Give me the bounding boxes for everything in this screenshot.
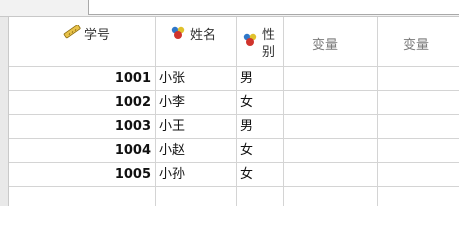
cell-name[interactable]: 小孙 xyxy=(156,163,237,187)
column-header-name[interactable]: 姓名 xyxy=(156,17,237,67)
cell-empty[interactable] xyxy=(284,91,378,115)
data-grid: 学号 姓名 性 别 变量 变量 1001 小张 男 1002 小李 女 1003… xyxy=(0,17,459,206)
cell-name[interactable]: 小王 xyxy=(156,115,237,139)
cell-name[interactable]: 小张 xyxy=(156,67,237,91)
cell-sex[interactable]: 男 xyxy=(237,115,284,139)
column-header-var1[interactable]: 变量 xyxy=(284,17,378,67)
cell-empty[interactable] xyxy=(378,91,459,115)
nominal-measure-icon xyxy=(169,25,189,45)
nominal-measure-icon xyxy=(241,32,261,52)
cell-empty[interactable] xyxy=(284,115,378,139)
cell-name[interactable]: 小赵 xyxy=(156,139,237,163)
table-row: 1003 小王 男 xyxy=(9,115,459,139)
table-row: 1005 小孙 女 xyxy=(9,163,459,187)
cell-empty[interactable] xyxy=(284,139,378,163)
cell-id[interactable]: 1002 xyxy=(9,91,156,115)
table-row: 1004 小赵 女 xyxy=(9,139,459,163)
cell-id[interactable]: 1005 xyxy=(9,163,156,187)
column-label-var2: 变量 xyxy=(403,38,430,53)
column-label-var1: 变量 xyxy=(312,38,339,53)
data-view-window: 学号 姓名 性 别 变量 变量 1001 小张 男 1002 小李 女 1003… xyxy=(0,0,459,206)
table-row: 1001 小张 男 xyxy=(9,67,459,91)
cell-id[interactable]: 1004 xyxy=(9,139,156,163)
cell-empty[interactable] xyxy=(284,67,378,91)
cell-id[interactable]: 1003 xyxy=(9,115,156,139)
table-row: 1002 小李 女 xyxy=(9,91,459,115)
cell-sex[interactable]: 男 xyxy=(237,67,284,91)
column-label-id: 学号 xyxy=(84,28,111,43)
column-header-var2[interactable]: 变量 xyxy=(378,17,459,67)
cell-sex[interactable]: 女 xyxy=(237,163,284,187)
ruler-icon xyxy=(63,24,83,43)
cell-empty[interactable] xyxy=(284,163,378,187)
column-header-sex[interactable]: 性 别 xyxy=(237,17,284,67)
cell-sex[interactable]: 女 xyxy=(237,139,284,163)
column-label-name: 姓名 xyxy=(190,28,217,43)
cell-empty[interactable] xyxy=(378,187,459,206)
cell-id[interactable]: 1001 xyxy=(9,67,156,91)
cell-empty[interactable] xyxy=(284,187,378,206)
cell-empty[interactable] xyxy=(378,139,459,163)
row-header-column[interactable] xyxy=(0,17,9,206)
cell-empty[interactable] xyxy=(378,163,459,187)
table-row-empty xyxy=(9,187,459,206)
cell-value-input[interactable] xyxy=(88,0,459,15)
column-label-sex-line2: 别 xyxy=(262,45,276,60)
cell-empty[interactable] xyxy=(378,67,459,91)
cell-sex[interactable]: 女 xyxy=(237,91,284,115)
cell-empty[interactable] xyxy=(156,187,237,206)
cell-empty[interactable] xyxy=(9,187,156,206)
cell-name[interactable]: 小李 xyxy=(156,91,237,115)
cell-empty[interactable] xyxy=(237,187,284,206)
column-header-id[interactable]: 学号 xyxy=(9,17,156,67)
cell-empty[interactable] xyxy=(378,115,459,139)
